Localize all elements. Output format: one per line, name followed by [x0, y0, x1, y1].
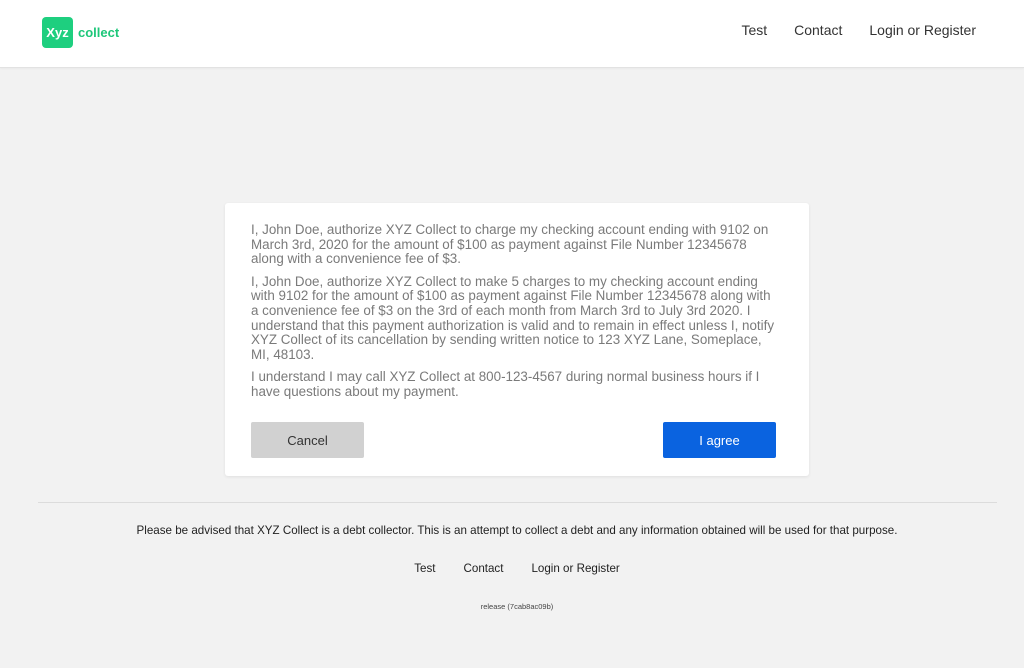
top-navigation-bar: Xyz collect Test Contact Login or Regist…: [0, 0, 1024, 68]
nav-link-test[interactable]: Test: [741, 22, 767, 38]
header-nav: Test Contact Login or Register: [741, 22, 976, 38]
brand-logo[interactable]: Xyz collect: [42, 17, 119, 48]
debt-collector-disclaimer: Please be advised that XYZ Collect is a …: [136, 524, 898, 537]
logo-text: collect: [78, 25, 120, 40]
authorization-paragraph-single-charge: I, John Doe, authorize XYZ Collect to ch…: [251, 222, 769, 267]
footer-link-test[interactable]: Test: [414, 562, 435, 575]
authorization-paragraph-recurring-charges: I, John Doe, authorize XYZ Collect to ma…: [251, 273, 775, 362]
nav-link-login-register[interactable]: Login or Register: [869, 22, 976, 38]
nav-link-contact[interactable]: Contact: [794, 22, 842, 38]
footer-link-contact[interactable]: Contact: [464, 562, 504, 575]
footer-link-login-register[interactable]: Login or Register: [531, 562, 619, 575]
release-version: release (7cab8ac09b): [480, 602, 554, 611]
cancel-button[interactable]: Cancel: [251, 422, 364, 458]
footer-nav: Test Contact Login or Register: [0, 562, 1024, 575]
authorization-text: I, John Doe, authorize XYZ Collect to ch…: [251, 222, 781, 408]
footer-divider: [38, 502, 997, 503]
logo-badge: Xyz: [42, 17, 73, 48]
authorization-paragraph-contact: I understand I may call XYZ Collect at 8…: [251, 369, 760, 399]
agree-button[interactable]: I agree: [663, 422, 776, 458]
payment-authorization-card: I, John Doe, authorize XYZ Collect to ch…: [225, 203, 809, 476]
